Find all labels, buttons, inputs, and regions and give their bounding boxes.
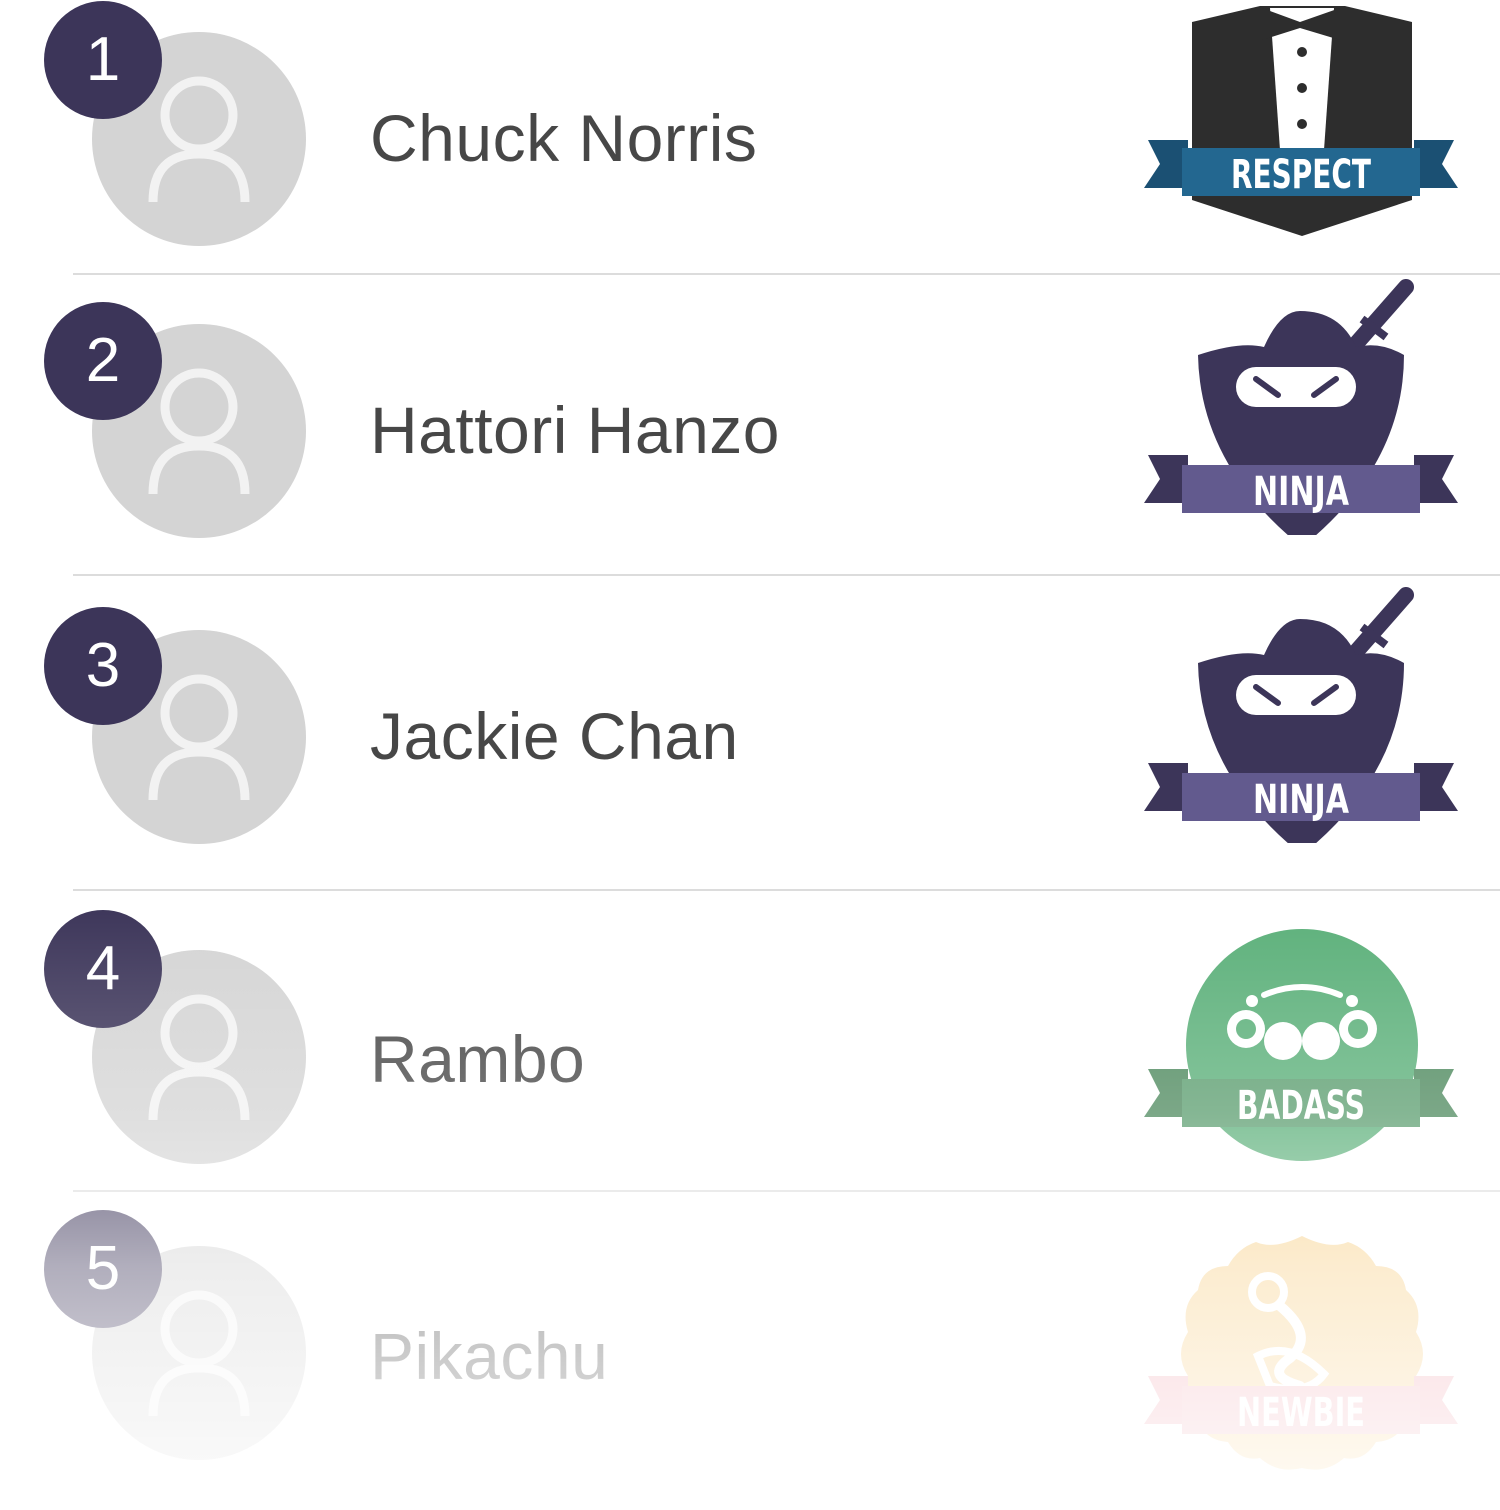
list-item[interactable]: 3 Jackie Chan NINJA: [0, 576, 1500, 890]
leaderboard-list: 1 Chuck Norris RESPECT 2 Hattori Hanzo N…: [0, 0, 1500, 1510]
svg-text:NINJA: NINJA: [1253, 777, 1349, 823]
rank-badge: 5: [44, 1210, 162, 1328]
player-name: Jackie Chan: [370, 699, 739, 773]
svg-text:BADASS: BADASS: [1237, 1083, 1365, 1129]
list-item[interactable]: 1 Chuck Norris RESPECT: [0, 0, 1500, 274]
player-name: Hattori Hanzo: [370, 393, 781, 467]
rank-badge: 3: [44, 607, 162, 725]
list-item[interactable]: 5 Pikachu NEWBIE: [0, 1192, 1500, 1510]
rank-badge: 4: [44, 910, 162, 1028]
tuxedo-icon: RESPECT: [1144, 6, 1458, 236]
player-name: Chuck Norris: [370, 101, 758, 175]
rank-badge: 1: [44, 1, 162, 119]
ninja-icon: NINJA: [1144, 587, 1458, 843]
rank-badge: 2: [44, 302, 162, 420]
player-name: Pikachu: [370, 1319, 609, 1393]
list-item[interactable]: 2 Hattori Hanzo NINJA: [0, 275, 1500, 575]
player-name: Rambo: [370, 1022, 586, 1096]
list-item[interactable]: 4 Rambo BADASS: [0, 891, 1500, 1191]
pacifier-icon: NEWBIE: [1144, 1236, 1458, 1470]
svg-text:RESPECT: RESPECT: [1231, 152, 1371, 198]
ninja-icon: NINJA: [1144, 279, 1458, 535]
svg-text:NEWBIE: NEWBIE: [1237, 1390, 1365, 1436]
brass-knuckles-icon: BADASS: [1144, 929, 1458, 1161]
svg-text:NINJA: NINJA: [1253, 469, 1349, 515]
